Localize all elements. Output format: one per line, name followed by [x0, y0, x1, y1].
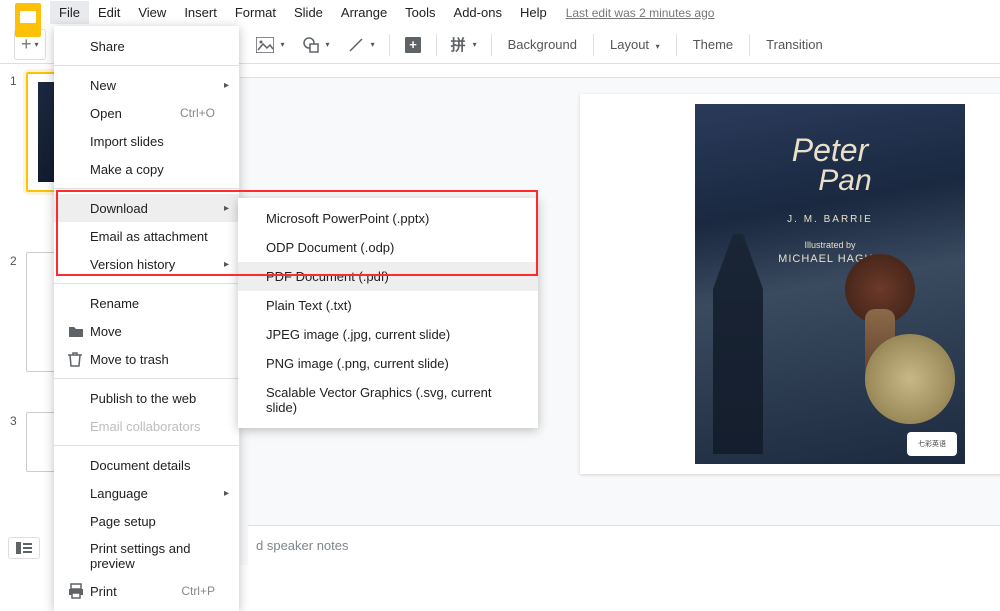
cover-illus-label: Illustrated by — [804, 240, 855, 250]
menu-edit[interactable]: Edit — [89, 1, 129, 24]
menu-addons[interactable]: Add-ons — [445, 1, 511, 24]
thumb-number: 3 — [10, 412, 26, 472]
filmstrip-icon — [16, 542, 32, 554]
cover-title-line1: Peter — [792, 132, 868, 168]
svg-text:+: + — [409, 37, 417, 52]
menu-item-doc-details[interactable]: Document details — [54, 451, 239, 479]
download-png[interactable]: PNG image (.png, current slide) — [238, 349, 538, 378]
menu-item-share[interactable]: Share — [54, 32, 239, 60]
menu-item-import-slides[interactable]: Import slides — [54, 127, 239, 155]
thumb-number: 2 — [10, 252, 26, 372]
filmstrip-toggle[interactable] — [8, 537, 40, 559]
chevron-down-icon: ▾ — [326, 40, 330, 49]
cover-title-line2: Pan — [695, 166, 965, 196]
menu-help[interactable]: Help — [511, 1, 556, 24]
thumb-number: 1 — [10, 72, 26, 192]
menu-item-move[interactable]: Move — [54, 317, 239, 345]
menu-file[interactable]: File — [50, 1, 89, 24]
speaker-notes[interactable]: d speaker notes — [248, 525, 1000, 565]
print-icon — [68, 583, 90, 599]
app-logo[interactable] — [10, 2, 46, 38]
download-pdf[interactable]: PDF Document (.pdf) — [238, 262, 538, 291]
image-tool[interactable]: ▾ — [248, 32, 293, 58]
menu-view[interactable]: View — [129, 1, 175, 24]
book-cover-image: Peter Pan J. M. BARRIE Illustrated by MI… — [695, 104, 965, 464]
menu-item-language[interactable]: Language — [54, 479, 239, 507]
menu-item-open[interactable]: OpenCtrl+O — [54, 99, 239, 127]
menu-item-page-setup[interactable]: Page setup — [54, 507, 239, 535]
layout-button[interactable]: Layout ▾ — [600, 32, 670, 57]
menu-bar: File Edit View Insert Format Slide Arran… — [0, 0, 1000, 26]
menu-slide[interactable]: Slide — [285, 1, 332, 24]
theme-button[interactable]: Theme — [683, 32, 743, 57]
menu-insert[interactable]: Insert — [175, 1, 226, 24]
line-tool[interactable]: ▾ — [340, 32, 383, 58]
chevron-down-icon: ▾ — [371, 40, 375, 49]
shape-tool[interactable]: ▾ — [295, 32, 338, 58]
shape-icon — [303, 37, 319, 53]
download-odp[interactable]: ODP Document (.odp) — [238, 233, 538, 262]
menu-item-version-history[interactable]: Version history — [54, 250, 239, 278]
download-pptx[interactable]: Microsoft PowerPoint (.pptx) — [238, 204, 538, 233]
menu-item-new[interactable]: New — [54, 71, 239, 99]
menu-item-print[interactable]: PrintCtrl+P — [54, 577, 239, 605]
menu-item-print-settings[interactable]: Print settings and preview — [54, 535, 239, 577]
last-edit-link[interactable]: Last edit was 2 minutes ago — [566, 6, 715, 20]
download-jpeg[interactable]: JPEG image (.jpg, current slide) — [238, 320, 538, 349]
menu-arrange[interactable]: Arrange — [332, 1, 396, 24]
cover-badge: 七彩英语 — [907, 432, 957, 456]
line-icon — [348, 37, 364, 53]
menu-item-move-to-trash[interactable]: Move to trash — [54, 345, 239, 373]
grid-tool[interactable]: 拼 ▾ — [443, 29, 485, 60]
download-submenu: Microsoft PowerPoint (.pptx) ODP Documen… — [238, 198, 538, 428]
folder-icon — [68, 324, 90, 338]
image-icon — [256, 37, 274, 53]
comment-icon: + — [404, 36, 422, 54]
file-menu-dropdown: Share New OpenCtrl+O Import slides Make … — [54, 26, 239, 611]
menu-item-email-collab: Email collaborators — [54, 412, 239, 440]
menu-item-publish-web[interactable]: Publish to the web — [54, 384, 239, 412]
grid-icon: 拼 — [451, 34, 466, 55]
transition-button[interactable]: Transition — [756, 32, 833, 57]
chevron-down-icon: ▾ — [656, 42, 660, 51]
chevron-down-icon: ▾ — [473, 40, 477, 49]
menu-item-make-copy[interactable]: Make a copy — [54, 155, 239, 183]
trash-icon — [68, 351, 90, 367]
menu-tools[interactable]: Tools — [396, 1, 444, 24]
menu-item-email-attachment[interactable]: Email as attachment — [54, 222, 239, 250]
menu-item-rename[interactable]: Rename — [54, 289, 239, 317]
background-button[interactable]: Background — [498, 32, 587, 57]
menu-format[interactable]: Format — [226, 1, 285, 24]
download-txt[interactable]: Plain Text (.txt) — [238, 291, 538, 320]
horizontal-ruler — [240, 64, 1000, 78]
download-svg[interactable]: Scalable Vector Graphics (.svg, current … — [238, 378, 538, 422]
chevron-down-icon: ▾ — [281, 40, 285, 49]
slide-canvas[interactable]: Peter Pan J. M. BARRIE Illustrated by MI… — [580, 94, 1000, 474]
chevron-down-icon: ▾ — [35, 40, 39, 49]
comment-tool[interactable]: + — [396, 31, 430, 59]
menu-item-download[interactable]: Download — [54, 194, 239, 222]
cover-author: J. M. BARRIE — [695, 214, 965, 225]
